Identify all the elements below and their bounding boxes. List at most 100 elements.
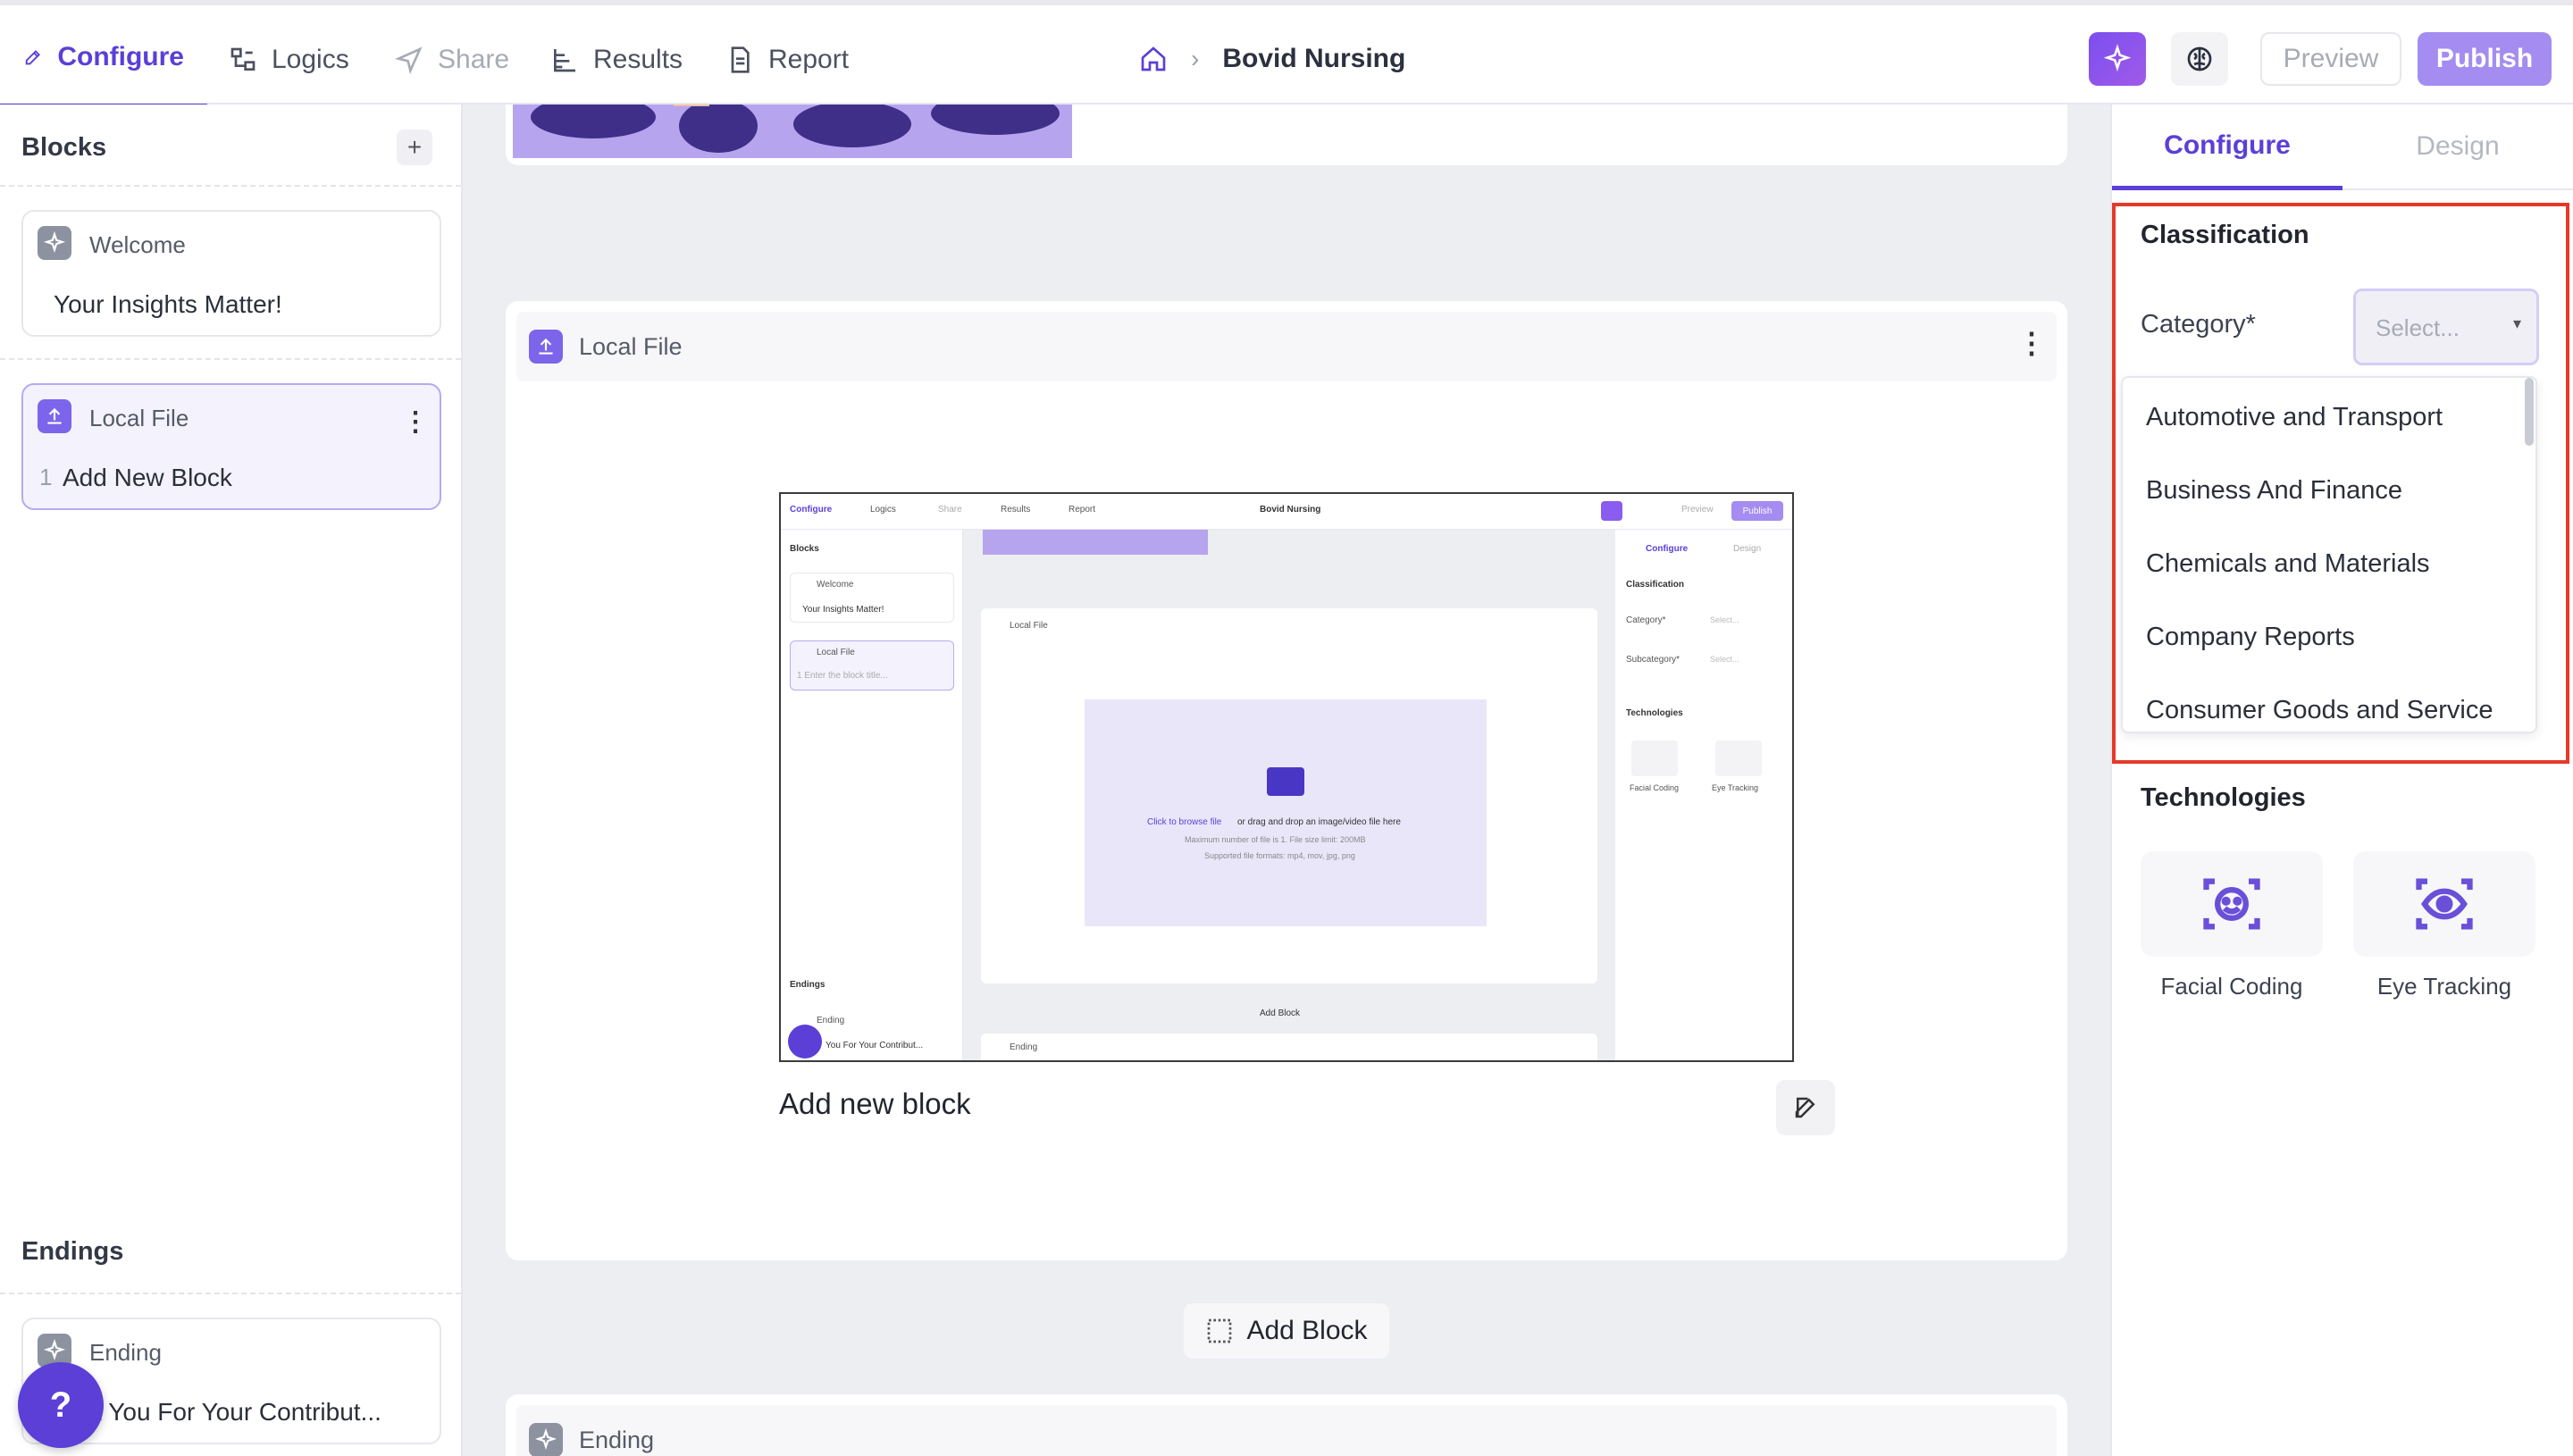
properties-panel: Configure Design Classification Category… <box>2110 105 2573 1456</box>
mini-classification: Classification <box>1626 580 1685 590</box>
mini-help <box>788 1025 822 1059</box>
breadcrumb: › Bovid Nursing <box>1139 38 1405 80</box>
mini-ending: Ending <box>817 1016 845 1025</box>
dropdown-option[interactable]: Business And Finance <box>2146 476 2402 506</box>
preview-button[interactable]: Preview <box>2260 32 2401 86</box>
caret-down-icon: ▾ <box>2513 314 2522 332</box>
blocks-heading: Blocks <box>21 133 107 162</box>
mini-facial: Facial Coding <box>1630 783 1680 792</box>
category-label: Category* <box>2141 310 2256 339</box>
mini-category: Category* <box>1626 615 1666 625</box>
mini-add-block: Add Block <box>1260 1008 1301 1018</box>
select-placeholder: Select... <box>2376 314 2460 341</box>
tab-logics[interactable]: Logics <box>229 11 349 108</box>
welcome-panel <box>506 105 2067 165</box>
help-button[interactable]: ? <box>18 1362 104 1448</box>
technologies-heading: Technologies <box>2141 783 2306 812</box>
tab-report[interactable]: Report <box>725 11 849 108</box>
tab-results[interactable]: Results <box>550 11 683 108</box>
mini-technologies: Technologies <box>1626 708 1683 718</box>
upload-icon <box>529 330 563 364</box>
mini-title: Bovid Nursing <box>1260 505 1321 515</box>
block-title: Local File <box>89 405 189 431</box>
chevron-right-icon: › <box>1191 45 1200 72</box>
uploaded-screenshot-preview[interactable]: Configure Logics Share Results Report Bo… <box>779 492 1794 1062</box>
more-options-icon[interactable]: ⋮ <box>402 406 429 438</box>
mini-formats: Supported file formats: mp4, mov, jpg, p… <box>1204 851 1355 860</box>
facial-coding-card[interactable] <box>2141 851 2323 957</box>
mini-sparkle-icon <box>1601 501 1622 521</box>
mini-subcategory: Subcategory* <box>1626 655 1680 665</box>
edit-button[interactable] <box>1776 1080 1835 1135</box>
dropdown-scrollbar[interactable] <box>2525 378 2534 446</box>
mini-local-title: Local File <box>1010 621 1048 631</box>
facial-coding-icon <box>2203 878 2260 930</box>
home-icon[interactable] <box>1139 45 1168 73</box>
block-title: Welcome <box>89 231 186 258</box>
eye-tracking-card[interactable] <box>2353 851 2535 957</box>
mini-upload-link: Click to browse file <box>1147 817 1222 827</box>
tab-share[interactable]: Share <box>395 11 509 108</box>
panel-title: Ending <box>579 1427 655 1453</box>
pencil-icon <box>25 50 41 65</box>
logic-icon <box>230 47 256 71</box>
mini-ending-panel <box>981 1033 1597 1060</box>
local-file-block-card[interactable]: Local File ⋮ 1 Add New Block <box>21 383 441 510</box>
mini-ending-title: Ending <box>1010 1042 1038 1052</box>
mini-enter-title: 1 Enter the block title... <box>797 671 888 681</box>
mini-tab: Report <box>1069 505 1096 515</box>
block-caption: Add new block <box>779 1087 971 1120</box>
sparkle-icon <box>38 226 71 260</box>
add-block-button[interactable]: Add Block <box>1184 1303 1389 1359</box>
tab-design[interactable]: Design <box>2343 105 2573 190</box>
report-icon <box>731 46 750 73</box>
mini-endings: Endings <box>790 980 826 990</box>
category-select[interactable]: Select... ▾ <box>2353 289 2539 365</box>
sparkle-icon <box>2103 44 2132 71</box>
mini-video-icon <box>1267 767 1304 796</box>
panel-header <box>516 312 2057 381</box>
mini-welcome-card <box>790 573 954 623</box>
add-block-button[interactable]: + <box>397 130 432 165</box>
dropdown-option[interactable]: Chemicals and Materials <box>2146 549 2430 579</box>
welcome-image <box>513 105 1072 158</box>
brain-button[interactable] <box>2171 32 2228 86</box>
mini-tab: Share <box>938 505 962 515</box>
more-options-icon[interactable]: ⋮ <box>2017 326 2046 360</box>
mini-tab: Results <box>1001 505 1031 515</box>
classification-heading: Classification <box>2141 221 2309 249</box>
tech-label: Facial Coding <box>2160 973 2303 1000</box>
tech-label: Eye Tracking <box>2376 973 2512 1000</box>
dropdown-option[interactable]: Automotive and Transport <box>2146 403 2443 432</box>
divider <box>0 1293 461 1294</box>
ai-assistant-button[interactable] <box>2089 32 2146 86</box>
mini-eye: Eye Tracking <box>1712 783 1759 792</box>
tab-configure[interactable]: Configure <box>0 11 207 108</box>
results-icon <box>554 48 575 71</box>
dropdown-option[interactable]: Consumer Goods and Service <box>2146 696 2493 725</box>
mini-welcome: Welcome <box>817 580 854 590</box>
mini-publish: Publish <box>1731 501 1783 521</box>
block-title: Ending <box>89 1339 162 1366</box>
mini-image <box>983 530 1208 555</box>
category-dropdown: Automotive and Transport Business And Fi… <box>2121 376 2537 733</box>
mini-ending-sub: You For Your Contribut... <box>826 1041 924 1050</box>
mini-eye-icon <box>1715 741 1762 776</box>
publish-button[interactable]: Publish <box>2418 32 2552 86</box>
panel-title: Local File <box>579 333 683 360</box>
block-subtitle: k You For Your Contribut... <box>89 1398 381 1426</box>
tab-configure-panel[interactable]: Configure <box>2112 105 2343 190</box>
mini-max: Maximum number of file is 1. File size l… <box>1185 835 1366 844</box>
add-block-icon <box>1208 1318 1232 1343</box>
sparkle-icon <box>529 1423 563 1456</box>
dropdown-option[interactable]: Company Reports <box>2146 623 2355 652</box>
mini-design: Design <box>1733 544 1762 554</box>
ending-panel: Ending <box>506 1394 2067 1456</box>
eye-tracking-icon <box>2416 878 2473 930</box>
top-bar: Configure Logics Share Results Report › … <box>0 0 2573 108</box>
mini-configure: Configure <box>1646 544 1689 554</box>
welcome-block-card[interactable]: Welcome Your Insights Matter! <box>21 210 441 337</box>
mini-tab: Configure <box>790 505 833 515</box>
mini-preview: Preview <box>1681 505 1714 515</box>
divider <box>0 358 461 360</box>
